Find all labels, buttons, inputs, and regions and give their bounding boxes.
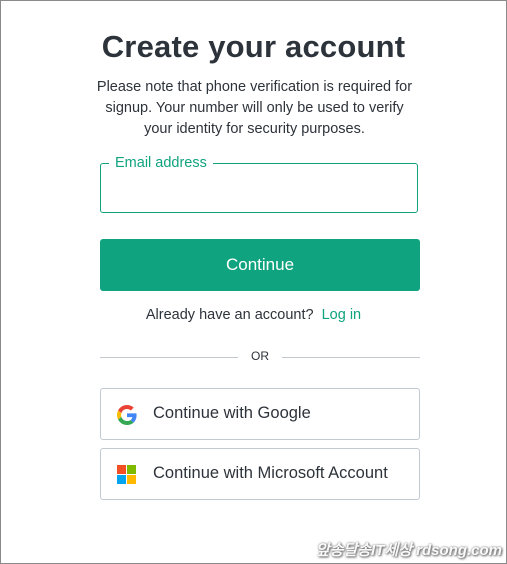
continue-with-microsoft-button[interactable]: Continue with Microsoft Account bbox=[100, 448, 420, 500]
page-title: Create your account bbox=[101, 29, 406, 64]
verification-note: Please note that phone verification is r… bbox=[96, 79, 413, 137]
microsoft-icon bbox=[117, 465, 137, 485]
watermark: 앞송달송IT세상 rdsong.com bbox=[315, 542, 502, 559]
login-prompt-row: Already have an account? Log in bbox=[1, 307, 506, 323]
microsoft-button-label: Continue with Microsoft Account bbox=[153, 464, 388, 482]
continue-with-google-button[interactable]: Continue with Google bbox=[100, 388, 420, 440]
divider-or: OR bbox=[251, 349, 269, 363]
signup-panel: Create your account Please note that pho… bbox=[0, 0, 507, 564]
email-input[interactable] bbox=[115, 178, 403, 200]
divider-line-left bbox=[100, 357, 238, 358]
divider-line-right bbox=[282, 357, 420, 358]
email-field-label: Email address bbox=[109, 154, 213, 172]
google-button-label: Continue with Google bbox=[153, 404, 311, 422]
google-icon bbox=[117, 405, 137, 425]
email-field[interactable]: Email address bbox=[100, 154, 418, 213]
login-prompt: Already have an account? bbox=[145, 307, 314, 323]
continue-button[interactable]: Continue bbox=[100, 239, 420, 291]
login-link[interactable]: Log in bbox=[322, 307, 362, 323]
